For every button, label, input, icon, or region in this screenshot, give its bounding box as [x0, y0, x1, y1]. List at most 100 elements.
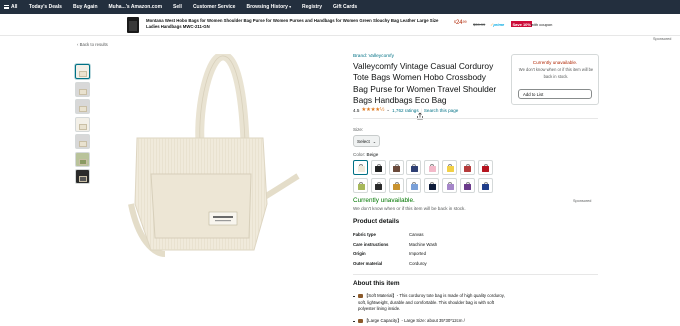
spec-row: Fabric type Canvas [353, 232, 553, 242]
about-bullet-text: 【Large Capacity】- Large Size: about 35*3… [364, 318, 465, 323]
spec-key: Origin [353, 251, 366, 256]
spec-row: Outer material Corduroy [353, 261, 553, 271]
buybox-note: We don't know when or if this item will … [518, 67, 594, 79]
sponsored-label-top: Sponsored [653, 37, 672, 41]
color-swatch[interactable] [424, 160, 440, 175]
color-swatch[interactable] [370, 160, 386, 175]
color-swatch[interactable] [406, 178, 422, 193]
rating-value: 4.5 [353, 107, 360, 113]
color-swatch[interactable] [406, 160, 422, 175]
nav-user-name[interactable]: Muha... [103, 4, 126, 10]
color-swatch[interactable] [442, 160, 457, 175]
nav-browsing-history-label: Browsing History [246, 4, 288, 10]
color-swatch[interactable] [353, 178, 368, 193]
add-to-list-button[interactable]: Add to List [518, 89, 592, 99]
selected-color: Beige [366, 152, 379, 157]
all-menu-button[interactable]: All [0, 4, 23, 10]
thumbnail-2[interactable] [75, 81, 90, 97]
color-swatch[interactable] [388, 178, 404, 193]
sponsored-ad-banner[interactable]: Montana West Hobo Bags for Women Shoulde… [0, 14, 680, 36]
sponsored-label-side: Sponsored [573, 199, 592, 203]
about-heading: About this item [353, 280, 400, 287]
spec-row: Care instructions Machine Wash [353, 242, 553, 252]
color-swatch[interactable] [459, 178, 475, 193]
bag-emoji-icon [358, 318, 363, 323]
spec-value: Machine Wash [409, 241, 438, 247]
main-product-image[interactable] [93, 54, 423, 258]
nav-sell[interactable]: Sell [168, 4, 188, 10]
color-swatch[interactable] [388, 160, 404, 175]
buybox-unavailable: Currently unavailable. [532, 60, 578, 65]
size-label: Size: [353, 127, 364, 132]
swatch-bag-image [428, 166, 436, 172]
color-label-prefix: Color: [353, 152, 366, 157]
color-swatch[interactable] [370, 178, 386, 193]
ad-product-title[interactable]: Montana West Hobo Bags for Women Shoulde… [146, 18, 446, 30]
size-select[interactable]: Select ⌄ [353, 135, 380, 147]
nav-customer-service[interactable]: Customer Service [187, 4, 241, 10]
nav-browsing-history[interactable]: Browsing History ▾ [241, 4, 297, 10]
coupon-text: with coupon [531, 22, 553, 27]
caret-down-icon: ▾ [289, 5, 292, 9]
spec-value: Corduroy [409, 260, 427, 266]
thumbnail-1[interactable] [75, 64, 90, 79]
image-thumbnail-list [75, 64, 91, 187]
swatch-bag-image [410, 184, 418, 190]
color-swatch[interactable] [424, 178, 440, 193]
swatch-bag-image [464, 184, 472, 190]
swatch-bag-image [357, 184, 365, 190]
spec-value: Canvas [409, 232, 424, 237]
thumbnail-3[interactable] [75, 99, 90, 114]
rating-separator: | [420, 107, 422, 113]
swatch-bag-image [375, 166, 383, 172]
prime-label: prime [493, 22, 505, 27]
color-swatch[interactable] [459, 160, 475, 175]
prime-badge: ✓prime [490, 22, 504, 27]
thumbnail-6[interactable] [75, 151, 90, 167]
rating-row: 4.5 ★★★★½ ⌄ 1,762 ratings | Search this … [353, 107, 458, 113]
bullet-dot [353, 295, 355, 298]
color-swatch[interactable] [477, 178, 493, 193]
nav-todays-deals[interactable]: Today's Deals [23, 4, 67, 10]
product-details-heading: Product details [353, 218, 400, 225]
color-swatch[interactable] [477, 160, 493, 175]
rating-chevron-icon[interactable]: ⌄ [386, 107, 390, 113]
swatch-bag-image [446, 184, 454, 190]
top-nav-bar: All Today's Deals Buy Again Muha... 's A… [0, 0, 680, 14]
search-this-page-link[interactable]: Search this page [424, 108, 458, 113]
swatch-bag-image [446, 166, 454, 172]
color-swatch[interactable] [442, 178, 457, 193]
chevron-down-icon: ⌄ [372, 138, 377, 144]
buy-box: Currently unavailable. We don't know whe… [511, 54, 599, 105]
color-label: Color: Beige [353, 152, 378, 157]
swatch-bag-image [464, 166, 472, 172]
all-menu-label: All [11, 4, 18, 10]
ratings-count-link[interactable]: 1,762 ratings [392, 108, 419, 113]
swatch-bag-image [482, 184, 490, 190]
thumbnail-5[interactable] [75, 134, 90, 149]
nav-registry[interactable]: Registry [297, 4, 328, 10]
ad-price: $24 99 [454, 20, 467, 26]
swatch-bag-image [482, 166, 490, 172]
ad-product-image[interactable] [127, 17, 139, 33]
hamburger-icon [4, 5, 9, 9]
swatch-bag-image [428, 184, 436, 190]
brand-link[interactable]: Brand: Valleycomfy [353, 54, 394, 59]
nav-buy-again[interactable]: Buy Again [67, 4, 103, 10]
nav-users-amazon[interactable]: 's Amazon.com [126, 4, 168, 10]
bullet-dot [353, 320, 355, 323]
color-swatch[interactable] [353, 160, 368, 175]
about-bullet-text: 【Soft Material】- This corduroy tote bag … [358, 293, 505, 312]
spec-row: Origin Imported [353, 251, 553, 261]
swatch-bag-image [410, 166, 418, 172]
swatch-bag-image [375, 184, 383, 190]
star-rating-icon[interactable]: ★★★★½ [361, 107, 384, 113]
spec-value: Imported [409, 251, 426, 256]
about-bullet: 【Soft Material】- This corduroy tote bag … [353, 293, 508, 313]
swatch-bag-image [357, 166, 365, 172]
thumbnail-7[interactable] [75, 169, 90, 184]
divider [353, 118, 598, 119]
nav-gift-cards[interactable]: Gift Cards [328, 4, 363, 10]
back-to-results-link[interactable]: ‹ Back to results [77, 42, 108, 47]
thumbnail-4[interactable] [75, 116, 90, 132]
